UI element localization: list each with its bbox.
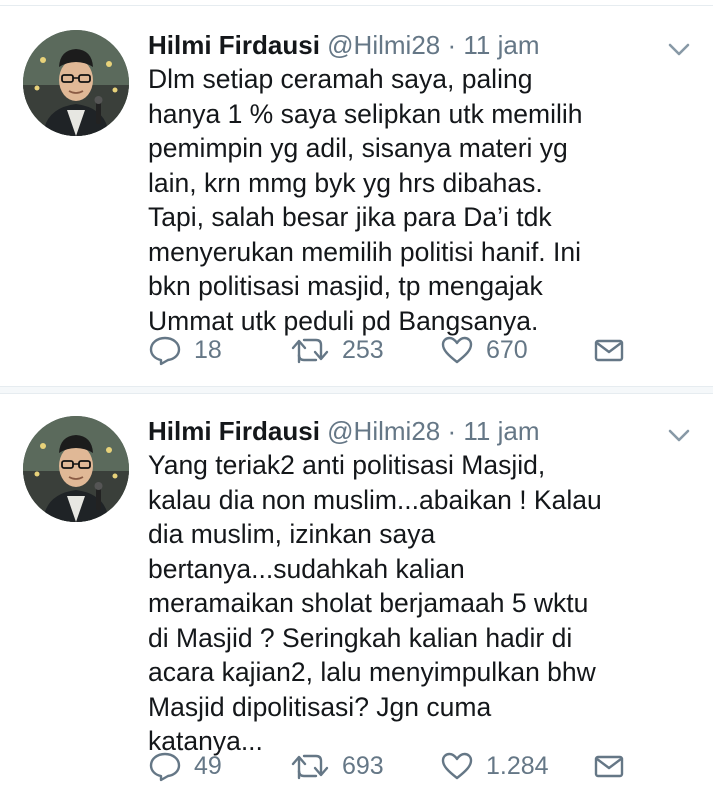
timestamp[interactable]: 11 jam: [463, 416, 539, 446]
separator: ·: [447, 30, 457, 60]
tweet-text-line: dia muslim, izinkan saya: [148, 519, 436, 549]
heart-icon: [441, 336, 473, 364]
reply-icon: [149, 336, 181, 366]
retweet-button[interactable]: 693: [290, 746, 384, 786]
retweet-icon: [291, 754, 329, 780]
author-handle[interactable]: @Hilmi28: [327, 30, 440, 60]
tweet-header: Hilmi Firdausi @Hilmi28 · 11 jam: [148, 414, 539, 448]
tweet-text-line: hanya 1 % saya selipkan utk memilih: [148, 98, 583, 129]
like-button[interactable]: 670: [440, 330, 528, 370]
tweet-text-line: meramaikan sholat berjamaah 5 wktu: [148, 588, 589, 618]
tweet[interactable]: Hilmi Firdausi @Hilmi28 · 11 jam Dlm set…: [0, 8, 713, 386]
tweet-actions: 18 253 670: [148, 330, 668, 370]
tweet-text-line: menyerukan memilih politisi hanif. Ini: [148, 236, 582, 267]
reply-icon: [149, 752, 181, 782]
like-button[interactable]: 1.284: [440, 746, 549, 786]
heart-icon: [441, 752, 473, 780]
chevron-down-icon[interactable]: [664, 38, 694, 62]
tweet-text-line: bkn politisasi masjid, tp mengajak: [148, 271, 543, 301]
like-count: 1.284: [486, 751, 549, 780]
tweet-text-line: pemimpin yg adil, sisanya materi yg: [148, 133, 568, 163]
tweet-text-line: di Masjid ? Seringkah kalian hadir di: [148, 622, 573, 653]
author-name[interactable]: Hilmi Firdausi: [148, 30, 320, 60]
tweet-text-line: Masjid dipolitisasi? Jgn cuma: [148, 691, 492, 722]
reply-button[interactable]: 49: [148, 746, 222, 786]
tweet-text-line: kalau dia non muslim...abaikan ! Kalau: [148, 484, 602, 515]
avatar-image: [23, 416, 129, 522]
tweet-text-line: bertanya...sudahkah kalian: [148, 553, 465, 584]
envelope-icon: [594, 339, 624, 362]
reply-button[interactable]: 18: [148, 330, 222, 370]
envelope-icon: [594, 755, 624, 778]
message-button[interactable]: [594, 746, 624, 786]
tweet-text: Dlm setiap ceramah saya, paling hanya 1 …: [148, 62, 693, 338]
avatar-image: [23, 30, 129, 136]
author-name[interactable]: Hilmi Firdausi: [148, 416, 320, 446]
retweet-count: 253: [342, 335, 384, 364]
author-handle[interactable]: @Hilmi28: [327, 416, 440, 446]
separator: ·: [447, 416, 457, 446]
avatar[interactable]: [23, 30, 129, 136]
tweet-text-line: acara kajian2, lalu menyimpulkan bhw: [148, 657, 596, 687]
reply-count: 49: [194, 751, 222, 780]
tweet-text-line: lain, krn mmg byk yg hrs dibahas.: [148, 167, 543, 198]
chevron-down-icon[interactable]: [664, 424, 694, 448]
tweet-divider: [0, 386, 713, 394]
retweet-count: 693: [342, 751, 384, 780]
avatar[interactable]: [23, 416, 129, 522]
retweet-icon: [291, 338, 329, 364]
retweet-button[interactable]: 253: [290, 330, 384, 370]
tweet-text: Yang teriak2 anti politisasi Masjid, kal…: [148, 448, 693, 759]
tweet-text-line: Dlm setiap ceramah saya, paling: [148, 64, 533, 94]
reply-count: 18: [194, 335, 222, 364]
tweet-header: Hilmi Firdausi @Hilmi28 · 11 jam: [148, 28, 539, 62]
tweet-actions: 49 693 1.284: [148, 746, 668, 786]
top-divider: [0, 0, 713, 6]
tweet-text-line: Tapi, salah besar jika para Da’i tdk: [148, 202, 552, 232]
tweet-text-line: Yang teriak2 anti politisasi Masjid,: [148, 450, 546, 480]
tweet[interactable]: Hilmi Firdausi @Hilmi28 · 11 jam Yang te…: [0, 394, 713, 805]
timestamp[interactable]: 11 jam: [463, 30, 539, 60]
like-count: 670: [486, 335, 528, 364]
message-button[interactable]: [594, 330, 624, 370]
